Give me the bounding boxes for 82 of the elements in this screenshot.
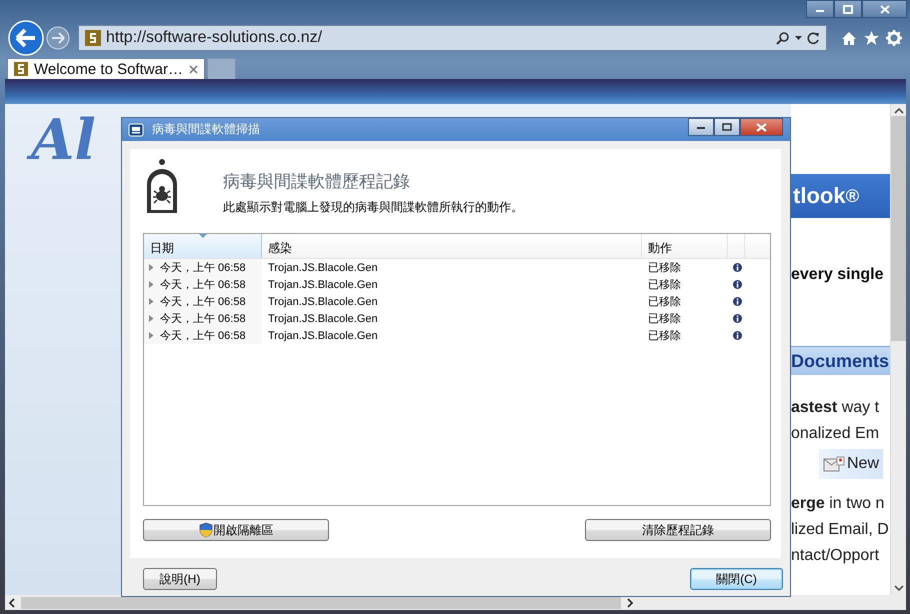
search-icon[interactable]: [776, 31, 790, 45]
close-icon: [880, 4, 890, 14]
date-cell-text: 今天，上午 06:58: [160, 278, 246, 292]
minimize-button[interactable]: [806, 0, 834, 18]
infection-cell: Trojan.JS.Blacole.Gen: [268, 262, 378, 274]
help-button[interactable]: 說明(H): [143, 568, 217, 590]
minimize-button[interactable]: [688, 118, 714, 136]
scroll-right-icon[interactable]: [627, 598, 633, 608]
column-header[interactable]: 日期: [144, 234, 262, 258]
expand-arrow-icon[interactable]: [148, 281, 155, 288]
close-dialog-button[interactable]: 關閉(C): [690, 568, 783, 590]
site-favicon-icon: [85, 30, 101, 46]
new-button[interactable]: New: [819, 449, 884, 479]
page-text: ntact/Opport: [791, 547, 880, 565]
expand-arrow-icon[interactable]: [148, 264, 155, 271]
history-row[interactable]: 今天，上午 06:58 Trojan.JS.Blacole.Gen 已移除: [144, 276, 770, 293]
page-text: astest way t: [791, 399, 880, 417]
scroll-left-icon[interactable]: [9, 598, 15, 608]
close-icon: [756, 122, 767, 132]
refresh-icon[interactable]: [807, 32, 820, 44]
quarantine-button[interactable]: 開啟隔離區: [143, 519, 329, 541]
settings-icon[interactable]: [886, 30, 902, 46]
section-header: Documents: [791, 346, 890, 375]
bug-icon: [145, 158, 179, 216]
back-icon[interactable]: [8, 20, 44, 56]
scroll-down-icon[interactable]: [894, 585, 904, 591]
page-text: erge in two n: [791, 495, 886, 513]
close-icon[interactable]: [189, 64, 198, 74]
action-cell: 已移除: [648, 330, 681, 342]
sort-arrow-icon: [199, 234, 207, 238]
infection-cell: Trojan.JS.Blacole.Gen: [268, 330, 378, 342]
vertical-scrollbar[interactable]: [890, 104, 906, 595]
history-row[interactable]: 今天，上午 06:58 Trojan.JS.Blacole.Gen 已移除: [144, 293, 770, 310]
info-icon[interactable]: [733, 314, 742, 323]
history-row[interactable]: 今天，上午 06:58 Trojan.JS.Blacole.Gen 已移除: [144, 259, 770, 276]
tab-title: Welcome to Softwar…: [34, 60, 183, 78]
computer-icon: [128, 122, 144, 136]
infection-cell: Trojan.JS.Blacole.Gen: [268, 278, 378, 290]
info-icon[interactable]: [733, 263, 742, 272]
page-text: every single: [791, 266, 884, 284]
action-cell: 已移除: [648, 262, 681, 274]
envelope-icon: [823, 456, 845, 472]
date-cell-text: 今天，上午 06:58: [160, 295, 246, 309]
date-cell-text: 今天，上午 06:58: [160, 329, 246, 343]
action-cell: 已移除: [648, 296, 681, 308]
expand-arrow-icon[interactable]: [148, 332, 155, 339]
caret-icon[interactable]: [795, 36, 802, 40]
expand-arrow-icon[interactable]: [148, 315, 155, 322]
date-cell-text: 今天，上午 06:58: [160, 312, 246, 326]
star-icon[interactable]: [863, 30, 880, 46]
maximize-button[interactable]: [714, 118, 740, 136]
info-icon[interactable]: [733, 280, 742, 289]
history-row[interactable]: 今天，上午 06:58 Trojan.JS.Blacole.Gen 已移除: [144, 327, 770, 344]
info-icon[interactable]: [733, 331, 742, 340]
minimize-icon: [696, 124, 706, 130]
logo-text: Al: [25, 106, 112, 174]
forward-icon[interactable]: [46, 26, 70, 50]
info-icon[interactable]: [733, 297, 742, 306]
maximize-button[interactable]: [834, 0, 862, 18]
home-icon[interactable]: [841, 30, 857, 46]
dialog-description: 此處顯示對電腦上發現的病毒與間諜軟體所執行的動作。: [223, 199, 523, 216]
maximize-icon: [843, 4, 853, 14]
site-favicon-icon: [14, 62, 28, 76]
clear-history-button[interactable]: 清除歷程記錄: [585, 519, 771, 541]
expand-arrow-icon[interactable]: [148, 298, 155, 305]
close-button[interactable]: [740, 118, 783, 136]
address-field[interactable]: http://software-solutions.co.nz/: [78, 25, 827, 51]
page-text: onalized Em: [791, 425, 880, 443]
page-text: lized Email, D: [791, 521, 890, 539]
maximize-icon: [722, 123, 732, 131]
history-row[interactable]: 今天，上午 06:58 Trojan.JS.Blacole.Gen 已移除: [144, 310, 770, 327]
close-button[interactable]: [862, 0, 907, 18]
action-cell: 已移除: [648, 313, 681, 325]
infection-cell: Trojan.JS.Blacole.Gen: [268, 296, 378, 308]
dialog-heading: 病毒與間諜軟體歷程記錄: [223, 171, 411, 193]
date-cell-text: 今天，上午 06:58: [160, 261, 246, 275]
browser-tab[interactable]: Welcome to Softwar…: [7, 58, 205, 79]
infection-cell: Trojan.JS.Blacole.Gen: [268, 312, 378, 324]
scroll-up-icon[interactable]: [894, 108, 904, 114]
horizontal-scrollbar[interactable]: [5, 595, 890, 610]
action-cell: 已移除: [648, 279, 681, 291]
dialog-title: 病毒與間諜軟體掃描: [152, 121, 261, 138]
